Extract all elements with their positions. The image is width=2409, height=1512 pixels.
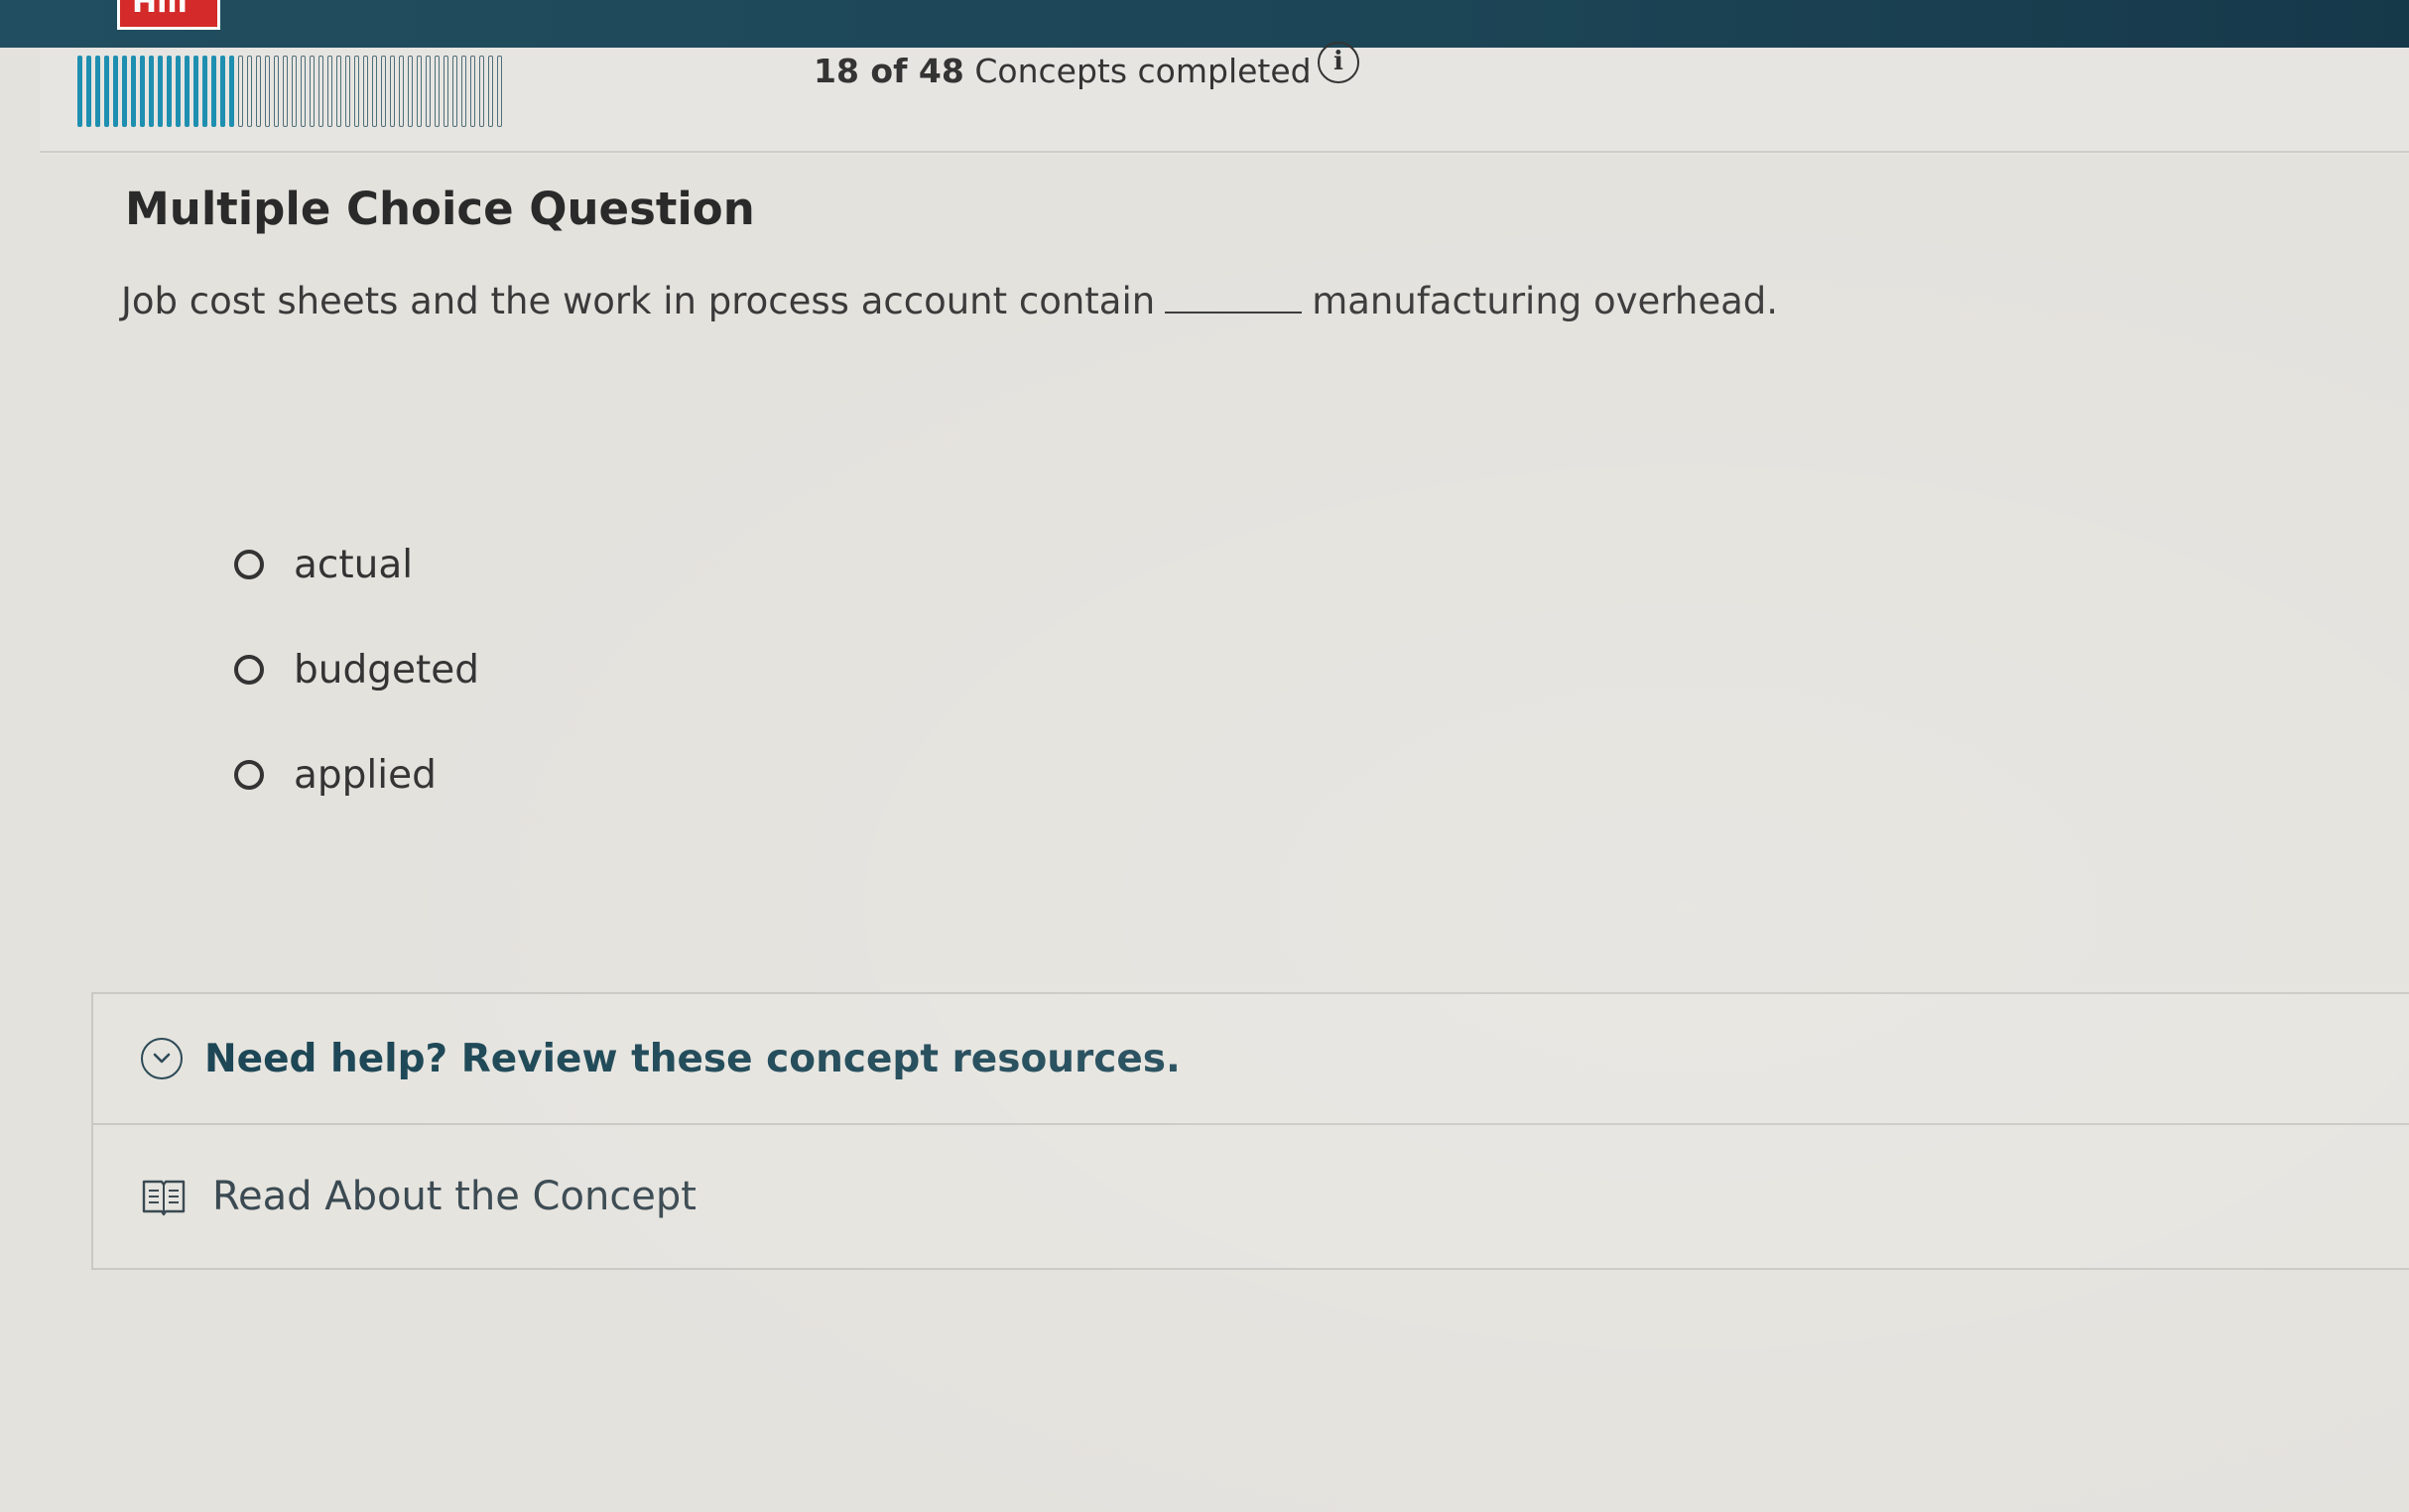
progress-tick-remaining [256, 56, 261, 127]
option-label: actual [294, 542, 414, 587]
progress-tick-remaining [408, 56, 413, 127]
info-icon[interactable]: i [1318, 42, 1359, 83]
progress-tick-remaining [238, 56, 243, 127]
divider [40, 151, 2409, 153]
progress-tick-completed [131, 56, 136, 127]
progress-tick-completed [86, 56, 91, 127]
progress-tick-remaining [372, 56, 377, 127]
progress-tick-remaining [310, 56, 315, 127]
option-actual[interactable]: actual [234, 538, 479, 591]
progress-tick-completed [167, 56, 172, 127]
progress-tick-remaining [399, 56, 404, 127]
answer-blank [1165, 282, 1303, 314]
progress-tick-completed [202, 56, 207, 127]
progress-tick-completed [95, 56, 100, 127]
progress-tick-completed [176, 56, 181, 127]
progress-tick-completed [122, 56, 127, 127]
progress-tick-remaining [327, 56, 332, 127]
option-applied[interactable]: applied [234, 748, 479, 802]
progress-tick-completed [113, 56, 118, 127]
progress-tick-remaining [336, 56, 341, 127]
progress-tick-completed [211, 56, 216, 127]
radio-button[interactable] [234, 550, 264, 579]
help-toggle[interactable]: Need help? Review these concept resource… [93, 994, 2409, 1125]
progress-tick-remaining [488, 56, 493, 127]
progress-tick-completed [77, 56, 82, 127]
option-budgeted[interactable]: budgeted [234, 643, 479, 696]
progress-tick-completed [140, 56, 145, 127]
progress-tick-remaining [381, 56, 386, 127]
progress-tick-remaining [417, 56, 422, 127]
top-navigation-bar [0, 0, 2409, 48]
progress-tick-completed [149, 56, 154, 127]
progress-tick-completed [193, 56, 198, 127]
read-about-concept-link[interactable]: Read About the Concept [93, 1123, 2409, 1270]
progress-tick-completed [104, 56, 109, 127]
answer-options: actual budgeted applied [234, 538, 479, 853]
progress-tick-remaining [497, 56, 502, 127]
help-title: Need help? Review these concept resource… [204, 1036, 1181, 1081]
question-text-after: manufacturing overhead. [1312, 280, 1779, 322]
read-about-concept-label: Read About the Concept [212, 1174, 697, 1219]
progress-tick-completed [220, 56, 225, 127]
progress-tick-remaining [426, 56, 431, 127]
book-icon [141, 1177, 187, 1216]
option-label: applied [294, 752, 437, 798]
progress-tick-remaining [345, 56, 350, 127]
progress-tick-completed [229, 56, 234, 127]
progress-tick-remaining [479, 56, 484, 127]
brand-logo: Hill [117, 0, 220, 30]
question-prompt: Job cost sheets and the work in process … [121, 280, 1778, 322]
progress-tick-remaining [301, 56, 306, 127]
progress-tick-remaining [354, 56, 359, 127]
progress-suffix: Concepts completed [974, 52, 1312, 90]
progress-status: 18 of 48 Concepts completed [814, 52, 1312, 90]
progress-tick-remaining [444, 56, 448, 127]
question-text-before: Job cost sheets and the work in process … [121, 280, 1156, 322]
radio-button[interactable] [234, 760, 264, 790]
progress-tick-remaining [461, 56, 466, 127]
progress-tick-remaining [274, 56, 279, 127]
progress-tick-remaining [435, 56, 440, 127]
progress-tick-remaining [318, 56, 323, 127]
progress-tick-remaining [363, 56, 368, 127]
brand-logo-text: Hill [132, 0, 188, 20]
progress-tick-completed [158, 56, 163, 127]
help-resources-panel: Need help? Review these concept resource… [91, 992, 2409, 1270]
progress-tick-remaining [283, 56, 288, 127]
radio-button[interactable] [234, 655, 264, 685]
progress-tick-remaining [265, 56, 270, 127]
progress-tick-completed [185, 56, 190, 127]
progress-tick-remaining [452, 56, 457, 127]
chevron-down-icon[interactable] [141, 1038, 183, 1079]
concept-progress-bar [77, 56, 502, 127]
question-title: Multiple Choice Question [125, 183, 755, 235]
progress-tick-remaining [390, 56, 395, 127]
progress-tick-remaining [247, 56, 252, 127]
progress-count: 18 of 48 [814, 52, 964, 90]
progress-tick-remaining [292, 56, 297, 127]
option-label: budgeted [294, 647, 480, 693]
progress-tick-remaining [470, 56, 475, 127]
